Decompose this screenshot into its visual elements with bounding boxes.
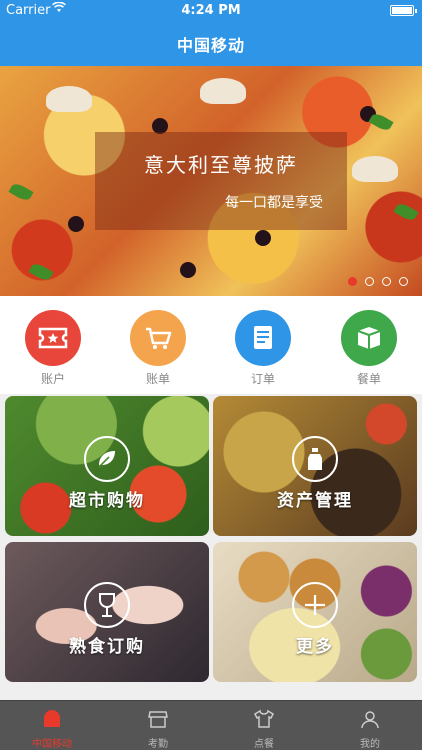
ticket-icon[interactable] (25, 310, 81, 366)
page-title: 中国移动 (176, 36, 245, 55)
tab-order-food[interactable]: 点餐 (234, 709, 294, 750)
tile-assets[interactable]: 资产管理 (213, 396, 417, 536)
pizza-decoration (200, 78, 246, 104)
plus-icon (292, 582, 338, 628)
quick-item-label: 账户 (40, 372, 65, 386)
banner-subtitle: 每一口都是享受 (225, 195, 323, 211)
home-icon (44, 710, 60, 727)
banner-caption: 意大利至尊披萨 每一口都是享受 (95, 132, 347, 230)
tab-mine[interactable]: 我的 (340, 709, 400, 750)
page-dot[interactable] (399, 277, 408, 286)
tab-label: 我的 (360, 739, 380, 750)
quick-item-label: 账单 (145, 372, 170, 386)
tab-label: 点餐 (254, 739, 274, 750)
shirt-icon (254, 709, 274, 728)
pizza-decoration (46, 86, 92, 112)
person-icon (361, 711, 379, 729)
quick-item-bill[interactable]: 账单 (130, 310, 186, 387)
pizza-decoration (255, 230, 271, 246)
pizza-decoration (393, 201, 419, 223)
store-icon (148, 711, 168, 728)
header: Carrier 4:24 PM 中国移动 (0, 0, 422, 66)
page-dot[interactable] (365, 277, 374, 286)
quick-menu: 账户 账单 订单 餐单 (0, 296, 422, 394)
page-dot[interactable] (382, 277, 391, 286)
pizza-decoration (368, 111, 394, 133)
clock: 4:24 PM (181, 3, 241, 18)
banner-carousel[interactable]: 意大利至尊披萨 每一口都是享受 (0, 66, 422, 296)
quick-item-account[interactable]: 账户 (25, 310, 81, 387)
pizza-decoration (180, 262, 196, 278)
tab-label: 考勤 (148, 739, 168, 750)
cart-icon[interactable] (130, 310, 186, 366)
pizza-decoration (8, 181, 34, 203)
quick-item-order[interactable]: 订单 (235, 310, 291, 387)
status-bar: Carrier 4:24 PM (0, 0, 422, 22)
pizza-decoration (68, 216, 84, 232)
tab-home[interactable]: 中国移动 (22, 709, 82, 750)
quick-item-label: 订单 (250, 372, 275, 386)
wine-glass-icon (84, 582, 130, 628)
quick-item-label: 餐单 (356, 372, 381, 386)
pizza-decoration (28, 261, 54, 283)
tile-deli[interactable]: 熟食订购 (5, 542, 209, 682)
tab-attendance[interactable]: 考勤 (128, 709, 188, 750)
tab-bar: 中国移动 考勤 点餐 我的 (0, 700, 422, 750)
page-indicator[interactable] (348, 277, 408, 286)
tab-label: 中国移动 (32, 739, 72, 750)
leaf-icon (84, 436, 130, 482)
tile-label: 超市购物 (69, 491, 145, 511)
banner-title: 意大利至尊披萨 (144, 153, 298, 177)
quick-item-menu[interactable]: 餐单 (341, 310, 397, 387)
pizza-decoration (352, 156, 398, 182)
bottle-icon (292, 436, 338, 482)
tile-more[interactable]: 更多 (213, 542, 417, 682)
tile-label: 更多 (296, 637, 334, 657)
box-icon[interactable] (341, 310, 397, 366)
page-dot[interactable] (348, 277, 357, 286)
battery-icon (390, 5, 417, 16)
document-icon[interactable] (235, 310, 291, 366)
tile-label: 熟食订购 (69, 637, 145, 657)
tile-supermarket[interactable]: 超市购物 (5, 396, 209, 536)
tile-label: 资产管理 (277, 491, 353, 511)
